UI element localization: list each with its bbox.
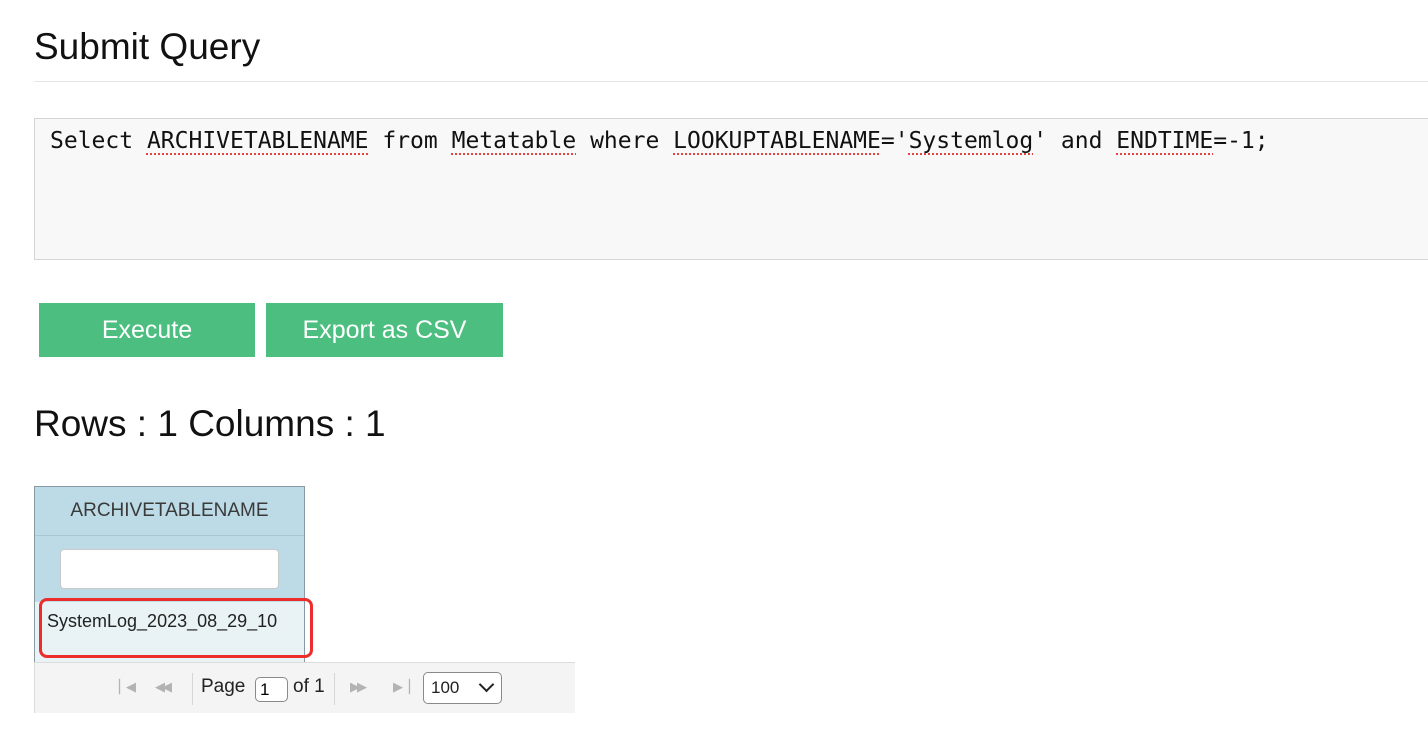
page-size-select[interactable]: 100 xyxy=(423,672,502,704)
page-number-input[interactable] xyxy=(255,677,288,702)
query-token: where xyxy=(576,128,674,154)
chevron-down-icon xyxy=(478,676,495,693)
page-label: Page xyxy=(201,676,246,697)
result-summary: Rows : 1 Columns : 1 xyxy=(34,403,386,444)
column-header-archivetablename[interactable]: ARCHIVETABLENAME xyxy=(35,487,304,536)
query-token-misspelled: LOOKUPTABLENAME xyxy=(673,128,881,154)
result-grid: ARCHIVETABLENAME SystemLog_2023_08_29_10 xyxy=(34,486,305,662)
pager-separator xyxy=(334,673,335,705)
last-page-icon[interactable]: ▶▕ xyxy=(393,679,410,695)
query-page: Submit Query Select ARCHIVETABLENAME fro… xyxy=(0,0,1428,738)
query-token: =' xyxy=(880,128,909,154)
query-token: Select xyxy=(50,128,147,154)
page-size-value: 100 xyxy=(431,678,460,697)
execute-button[interactable]: Execute xyxy=(39,303,255,357)
query-token: =-1; xyxy=(1213,128,1269,154)
pagination-bar: ▏◀ ◀◀ Page of 1 ▶▶ ▶▕ 100 xyxy=(34,662,575,713)
sql-query-textarea[interactable]: Select ARCHIVETABLENAME from Metatable w… xyxy=(34,118,1428,260)
prev-page-icon[interactable]: ◀◀ xyxy=(155,679,172,695)
query-token-misspelled: ENDTIME xyxy=(1116,128,1214,154)
pager-separator xyxy=(192,673,193,705)
query-token-misspelled: Metatable xyxy=(451,128,577,154)
title-divider xyxy=(34,81,1428,82)
query-token-misspelled: Systemlog xyxy=(908,128,1034,154)
column-filter-row xyxy=(35,536,304,602)
page-title: Submit Query xyxy=(34,26,261,67)
query-token: ' and xyxy=(1033,128,1117,154)
page-count-label: of 1 xyxy=(293,676,325,697)
query-token-misspelled: ARCHIVETABLENAME xyxy=(146,128,369,154)
table-cell: SystemLog_2023_08_29_10 xyxy=(47,611,278,631)
export-csv-button[interactable]: Export as CSV xyxy=(266,303,503,357)
first-page-icon[interactable]: ▏◀ xyxy=(119,679,136,695)
query-token: from xyxy=(368,128,452,154)
column-filter-input[interactable] xyxy=(60,549,279,589)
next-page-icon[interactable]: ▶▶ xyxy=(350,679,367,695)
table-row[interactable]: SystemLog_2023_08_29_10 xyxy=(35,602,304,662)
